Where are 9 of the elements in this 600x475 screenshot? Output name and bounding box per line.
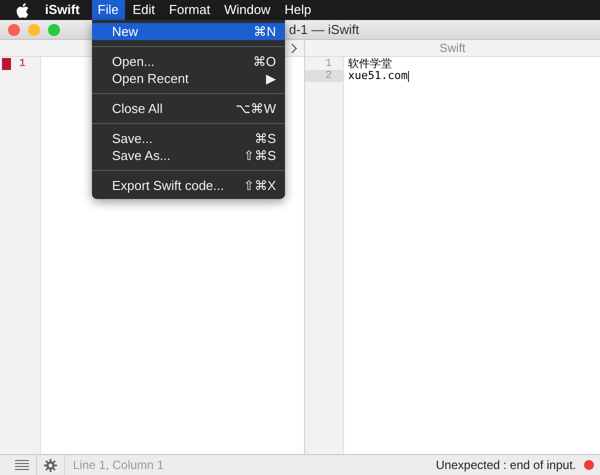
- line-number: 2: [325, 70, 332, 82]
- window-title: d-1 — iSwift: [289, 22, 360, 37]
- cursor-position: Line 1, Column 1: [73, 458, 164, 472]
- status-message: Unexpected : end of input.: [436, 458, 576, 472]
- language-label: Swift: [439, 41, 466, 55]
- code-line: xue51.com: [348, 70, 408, 82]
- code-line: 软件学堂: [348, 58, 392, 70]
- line-number: 1: [19, 58, 26, 70]
- line-number: 1: [325, 58, 332, 70]
